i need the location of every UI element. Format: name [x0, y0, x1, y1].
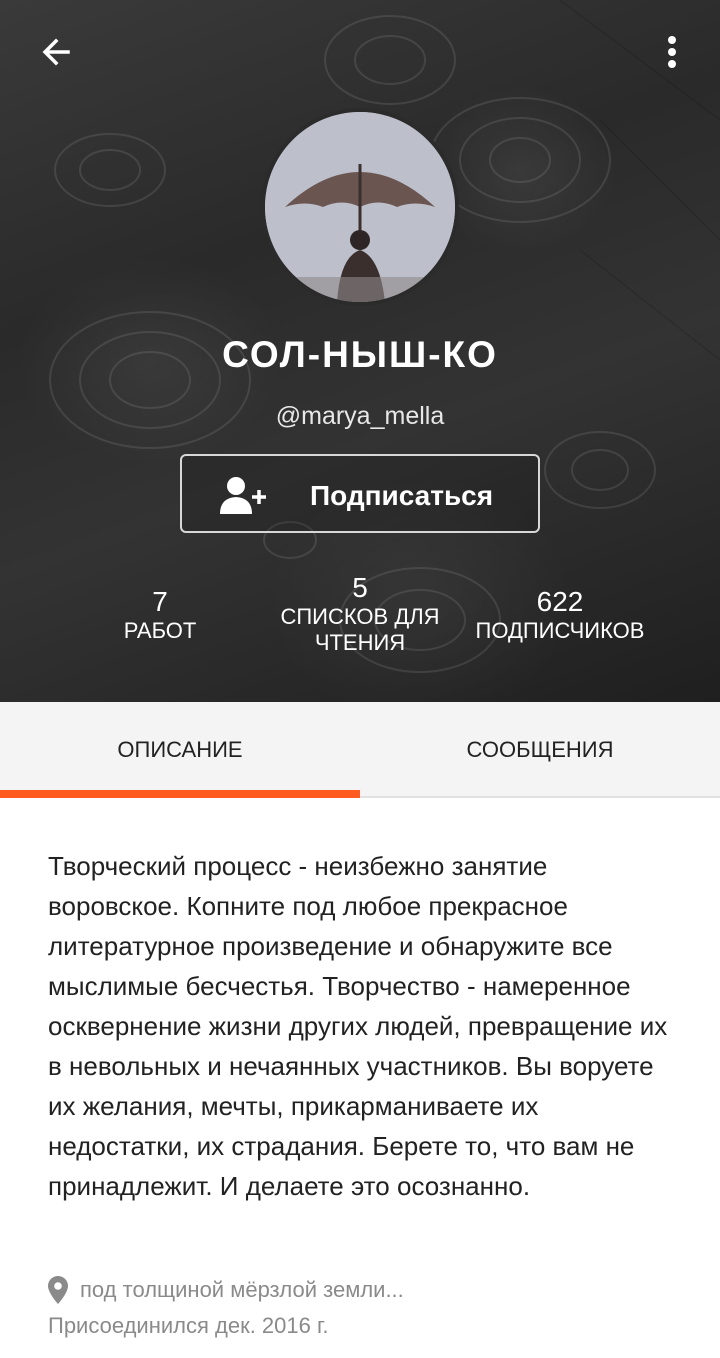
- stat-reading-lists[interactable]: 5 СПИСКОВ ДЛЯ ЧТЕНИЯ: [270, 572, 450, 656]
- location-text: под толщиной мёрзлой земли...: [80, 1277, 404, 1302]
- follow-button[interactable]: Подписаться: [180, 454, 540, 533]
- arrow-left-icon: [42, 38, 70, 66]
- stat-reading-lists-count: 5: [352, 572, 368, 603]
- stat-works[interactable]: 7 РАБОТ: [80, 586, 240, 644]
- profile-description: Творческий процесс - неизбежно занятие в…: [48, 851, 668, 1201]
- follow-button-label: Подписаться: [310, 480, 494, 511]
- profile-tabs: ОПИСАНИЕ СООБЩЕНИЯ: [0, 702, 720, 798]
- stat-followers-label: ПОДПИСЧИКОВ: [475, 618, 645, 643]
- more-vertical-icon: [668, 36, 676, 68]
- display-name: СОЛ-НЫШ-КО: [222, 334, 498, 375]
- stat-works-count: 7: [152, 586, 168, 617]
- profile-header: СОЛ-НЫШ-КО @marya_mella Подписаться 7 РА…: [0, 0, 720, 702]
- avatar[interactable]: [261, 108, 459, 306]
- location-pin-icon: [48, 1276, 68, 1304]
- stat-followers[interactable]: 622 ПОДПИСЧИКОВ: [460, 586, 660, 644]
- tab-description[interactable]: ОПИСАНИЕ: [0, 702, 360, 798]
- more-options-button[interactable]: [650, 28, 694, 76]
- stat-followers-count: 622: [536, 586, 584, 617]
- avatar-umbrella-image: [265, 112, 455, 302]
- profile-location: под толщиной мёрзлой земли...: [48, 1276, 404, 1304]
- stat-works-label: РАБОТ: [123, 618, 197, 643]
- back-button[interactable]: [30, 28, 82, 76]
- join-date: Присоединился дек. 2016 г.: [48, 1313, 329, 1338]
- active-tab-indicator: [0, 790, 360, 798]
- tab-messages[interactable]: СООБЩЕНИЯ: [360, 702, 720, 798]
- username: @marya_mella: [275, 402, 445, 430]
- add-user-icon: [220, 477, 266, 514]
- stat-reading-lists-label: СПИСКОВ ДЛЯ ЧТЕНИЯ: [280, 604, 440, 655]
